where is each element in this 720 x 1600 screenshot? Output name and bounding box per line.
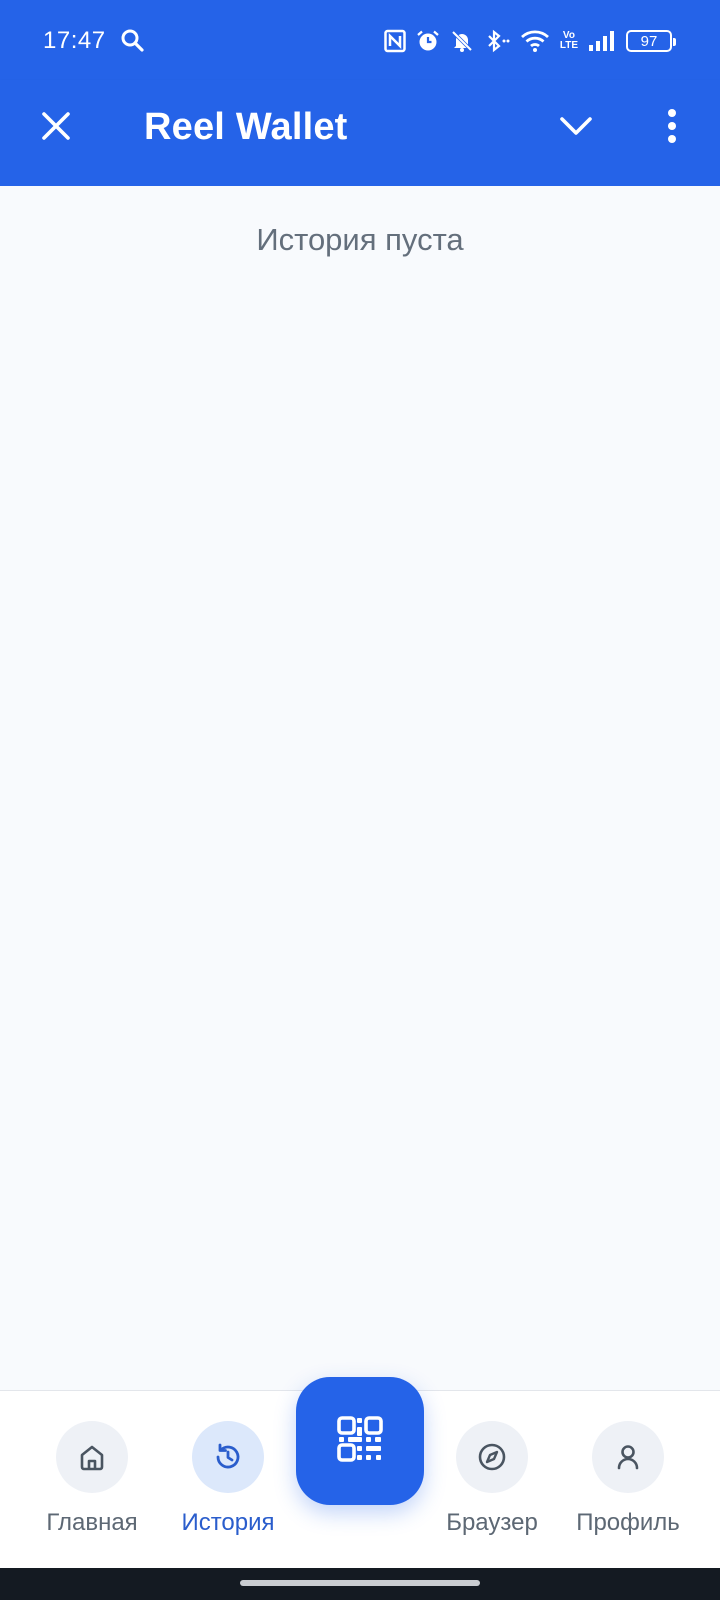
lte-label: LTE [559,40,578,51]
nav-item-browser[interactable]: Браузер [427,1421,557,1551]
empty-history-message: История пуста [256,222,464,257]
expand-button[interactable] [552,104,600,152]
close-button[interactable] [32,104,80,152]
nav-label-history: История [181,1509,275,1536]
nav-item-history[interactable]: История [163,1421,293,1551]
compass-icon [456,1421,528,1493]
home-icon [56,1421,128,1493]
search-icon [120,28,146,54]
qr-scan-button[interactable] [296,1377,424,1505]
system-gesture-bar [0,1568,720,1600]
nav-item-profile[interactable]: Профиль [563,1421,693,1551]
qr-scan-icon [337,1415,383,1467]
bell-off-icon [450,29,474,53]
bottom-navigation: Главная История Браузер Профиль [0,1377,720,1568]
bluetooth-icon [484,29,510,53]
nav-label-profile: Профиль [576,1509,680,1536]
history-content: История пуста [0,186,720,1390]
signal-icon [588,30,616,52]
history-icon [192,1421,264,1493]
battery-level: 97 [640,32,658,50]
status-icons: Vo LTE 97 [384,26,676,56]
home-gesture-handle[interactable] [240,1580,480,1586]
close-icon [40,110,72,147]
status-bar: 17:47 Vo LTE 97 [0,0,720,80]
wifi-icon [520,29,550,53]
nav-label-browser: Браузер [446,1509,538,1536]
more-options-button[interactable] [648,100,696,156]
alarm-icon [416,29,440,53]
chevron-down-icon [559,115,593,142]
page-title: Reel Wallet [144,106,348,148]
nfc-icon [384,29,406,53]
more-vertical-icon [667,108,677,148]
battery-icon: 97 [626,30,676,52]
user-icon [592,1421,664,1493]
status-time: 17:47 [43,27,106,54]
nav-item-home[interactable]: Главная [27,1421,157,1551]
volte-icon: Vo LTE [560,31,578,51]
app-bar: Reel Wallet [0,80,720,186]
nav-label-home: Главная [46,1509,138,1536]
